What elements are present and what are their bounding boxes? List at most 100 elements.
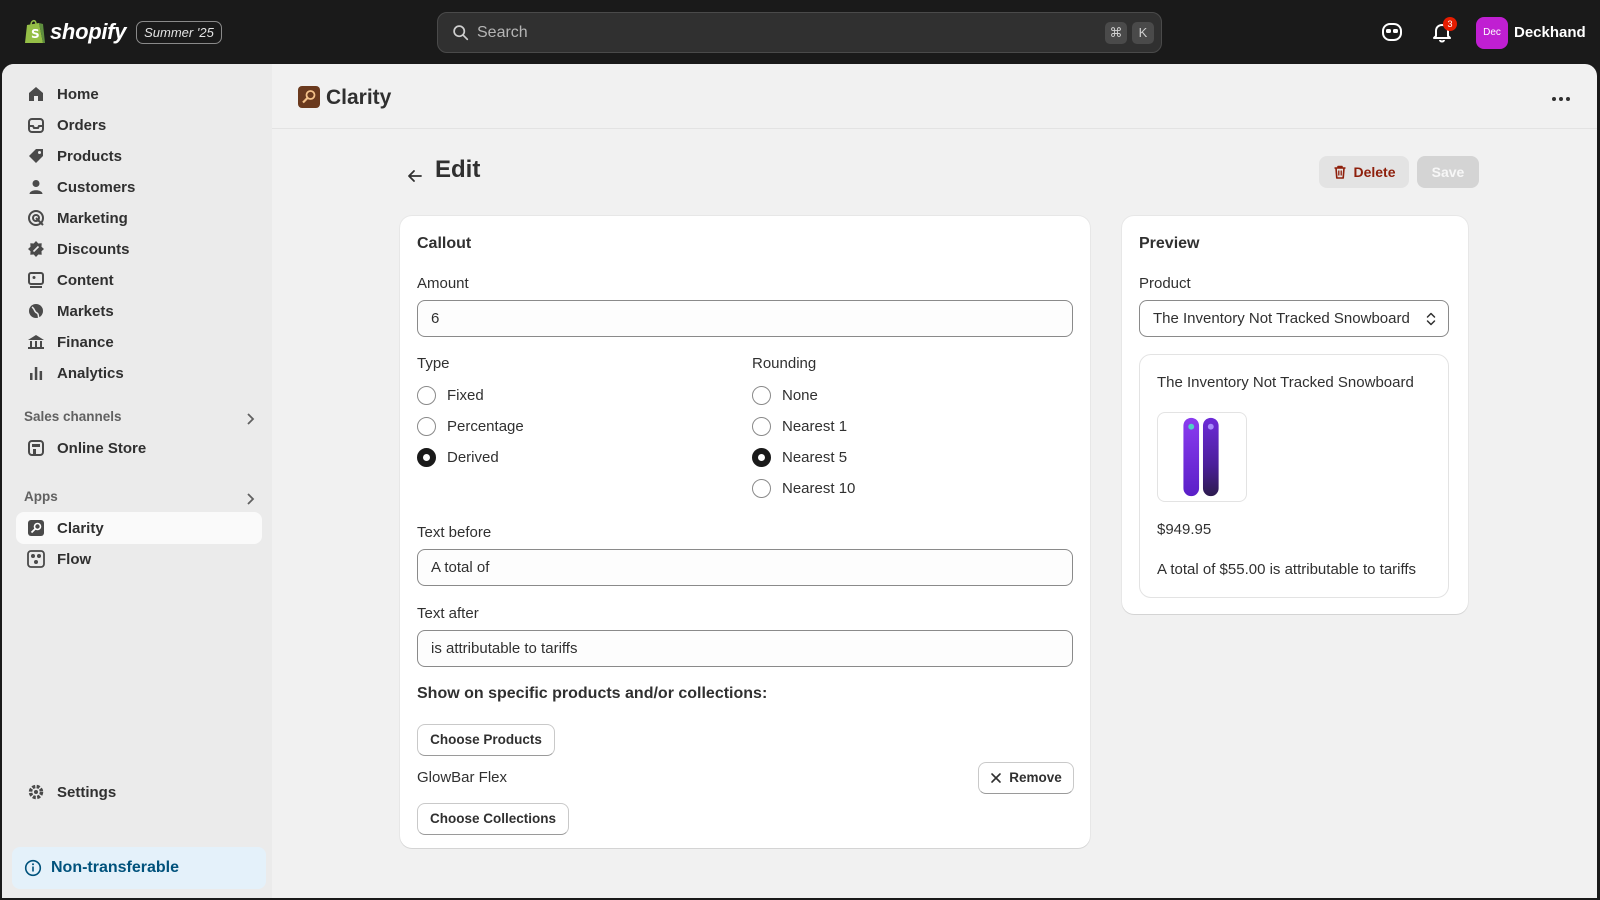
amount-input[interactable]: 6 — [417, 300, 1073, 337]
arrow-left-icon[interactable] — [405, 166, 425, 186]
search-icon — [453, 25, 469, 41]
product-select[interactable]: The Inventory Not Tracked Snowboard — [1139, 300, 1449, 337]
sidebar-item-label: Flow — [57, 550, 92, 568]
radio-button[interactable] — [417, 448, 436, 467]
info-icon — [24, 859, 42, 877]
non-transferable-notice[interactable]: Non-transferable — [12, 847, 266, 889]
preview-card: Preview Product The Inventory Not Tracke… — [1122, 216, 1468, 614]
sidebar-item-label: Online Store — [57, 439, 147, 457]
preview-title: Preview — [1139, 235, 1200, 252]
rounding-option-nearest-10[interactable]: Nearest 10 — [752, 479, 855, 498]
sidebar-item-discounts[interactable]: Discounts — [16, 233, 262, 265]
sidebar-item-analytics[interactable]: Analytics — [16, 357, 262, 389]
inbox-icon — [28, 118, 44, 133]
type-option-percentage[interactable]: Percentage — [417, 417, 524, 436]
user-name[interactable]: Deckhand — [1514, 24, 1586, 41]
sidebar-item-label: Markets — [57, 302, 114, 320]
globe-icon — [29, 304, 43, 319]
sidebar-item-flow[interactable]: Flow — [16, 543, 262, 575]
radio-button[interactable] — [752, 479, 771, 498]
radio-button[interactable] — [752, 386, 771, 405]
radio-button[interactable] — [752, 417, 771, 436]
sidebar-item-customers[interactable]: Customers — [16, 171, 262, 203]
radio-label: Nearest 5 — [782, 449, 848, 466]
sidebar-item-settings[interactable]: Settings — [16, 776, 262, 808]
sidebar-item-markets[interactable]: Markets — [16, 295, 262, 327]
rounding-option-none[interactable]: None — [752, 386, 818, 405]
search-placeholder: Search — [477, 23, 528, 41]
callout-title: Callout — [417, 235, 472, 252]
rounding-option-nearest-1[interactable]: Nearest 1 — [752, 417, 847, 436]
app-title-bar: Clarity — [272, 64, 1597, 129]
chevron-right-icon[interactable] — [242, 491, 258, 507]
bar-chart-icon — [30, 367, 43, 380]
delete-button[interactable]: Delete — [1319, 156, 1409, 188]
text-after-label: Text after — [417, 605, 479, 622]
shortcut-cmd-key: ⌘ — [1105, 22, 1127, 44]
text-before-input[interactable]: A total of — [417, 549, 1073, 586]
page-title: Edit — [435, 156, 481, 183]
delete-label: Delete — [1353, 164, 1396, 180]
snowboard-image — [1183, 417, 1219, 497]
choose-collections-button[interactable]: Choose Collections — [417, 803, 569, 835]
remove-label: Remove — [1009, 770, 1062, 785]
radio-button[interactable] — [417, 386, 436, 405]
sidebar: Home Orders Products Customers Marketing… — [2, 64, 272, 898]
preview-callout-text: A total of $55.00 is attributable to tar… — [1157, 561, 1417, 578]
apps-label[interactable]: Apps — [24, 489, 58, 504]
svg-text:S: S — [31, 27, 40, 41]
avatar[interactable]: Dec — [1476, 17, 1508, 49]
product-select-value: The Inventory Not Tracked Snowboard — [1153, 310, 1410, 327]
shopify-logo[interactable]: S shopify Summer '25 — [24, 18, 222, 46]
sidebar-item-orders[interactable]: Orders — [16, 109, 262, 141]
gear-icon — [28, 784, 44, 800]
rounding-label: Rounding — [752, 355, 817, 372]
product-thumbnail — [1157, 412, 1247, 502]
sidebar-item-label: Discounts — [57, 240, 130, 258]
person-icon — [29, 180, 43, 194]
sidebar-item-label: Clarity — [57, 519, 104, 537]
tag-icon — [29, 149, 43, 163]
sidebar-item-label: Marketing — [57, 209, 128, 227]
type-label: Type — [417, 355, 450, 372]
radio-button[interactable] — [752, 448, 771, 467]
sidebar-item-content[interactable]: Content — [16, 264, 262, 296]
product-preview: The Inventory Not Tracked Snowboard $949… — [1139, 354, 1449, 598]
edition-badge[interactable]: Summer '25 — [136, 20, 222, 44]
sidekick-icon[interactable] — [1380, 20, 1404, 44]
radio-label: Derived — [447, 449, 499, 466]
radio-label: Percentage — [447, 418, 524, 435]
product-label: Product — [1139, 275, 1191, 292]
radio-label: Nearest 1 — [782, 418, 848, 435]
chevron-up-down-icon — [1426, 312, 1436, 326]
sidebar-item-online-store[interactable]: Online Store — [16, 432, 262, 464]
preview-product-name: The Inventory Not Tracked Snowboard — [1157, 374, 1414, 391]
save-button[interactable]: Save — [1417, 156, 1479, 188]
sidebar-item-label: Orders — [57, 116, 107, 134]
sidebar-item-products[interactable]: Products — [16, 140, 262, 172]
more-horizontal-icon[interactable] — [1550, 88, 1572, 110]
close-icon — [991, 773, 1002, 783]
target-icon — [28, 210, 44, 226]
text-after-input[interactable]: is attributable to tariffs — [417, 630, 1073, 667]
main-content: Clarity Edit Delete Save Callout Amount … — [272, 64, 1597, 898]
flow-icon — [27, 550, 45, 568]
sidebar-item-finance[interactable]: Finance — [16, 326, 262, 358]
choose-products-button[interactable]: Choose Products — [417, 724, 555, 756]
sidebar-item-home[interactable]: Home — [16, 78, 262, 110]
clarity-logo-icon — [298, 86, 320, 108]
text-before-label: Text before — [417, 524, 492, 541]
sidebar-item-clarity[interactable]: Clarity — [16, 512, 262, 544]
search-bar[interactable]: Search ⌘ K — [437, 12, 1162, 53]
radio-button[interactable] — [417, 417, 436, 436]
show-on-heading: Show on specific products and/or collect… — [417, 685, 768, 702]
sales-channels-label[interactable]: Sales channels — [24, 409, 122, 424]
chevron-right-icon[interactable] — [242, 411, 258, 427]
type-option-fixed[interactable]: Fixed — [417, 386, 484, 405]
brand-name: shopify — [50, 19, 127, 44]
notification-badge: 3 — [1443, 17, 1457, 31]
sidebar-item-marketing[interactable]: Marketing — [16, 202, 262, 234]
rounding-option-nearest-5[interactable]: Nearest 5 — [752, 448, 847, 467]
type-option-derived[interactable]: Derived — [417, 448, 499, 467]
remove-product-button[interactable]: Remove — [978, 762, 1074, 794]
